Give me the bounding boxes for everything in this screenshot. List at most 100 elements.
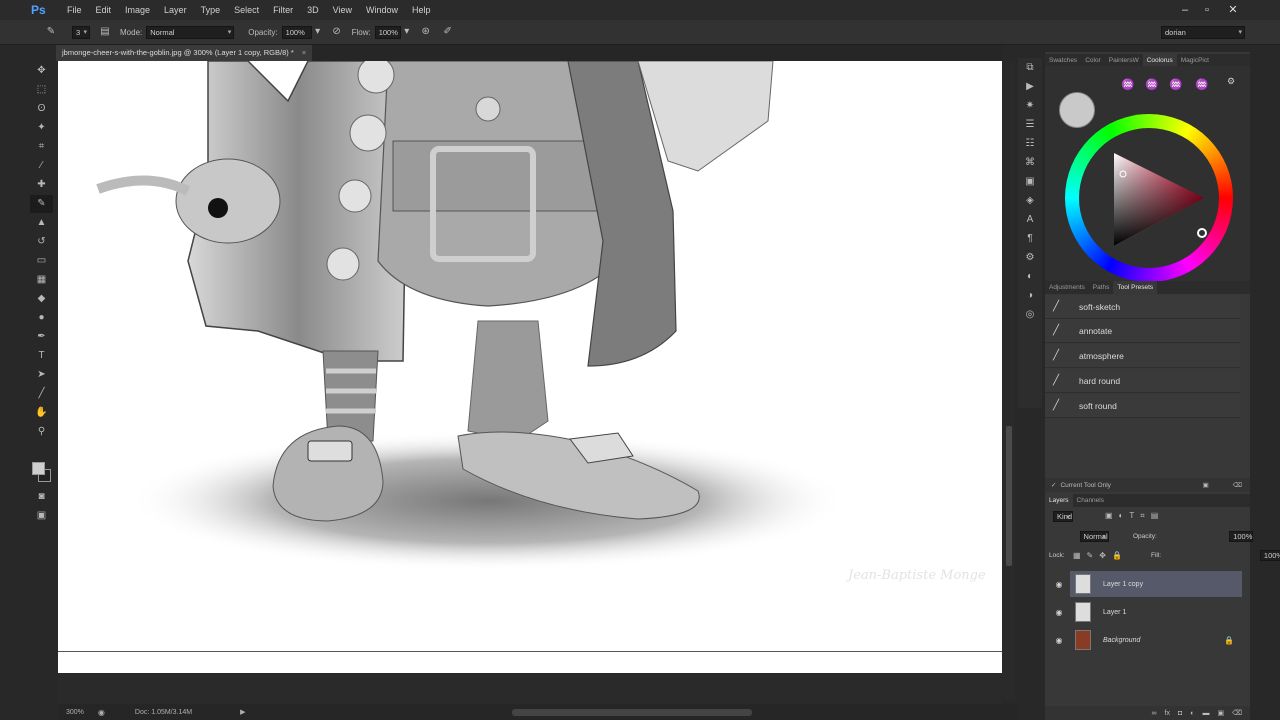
delete-layer-icon[interactable]: ⌫: [1232, 709, 1242, 717]
blur-tool-icon[interactable]: ◆: [30, 290, 53, 308]
layer-opacity-input[interactable]: 100%: [1229, 531, 1254, 542]
saturation-triangle[interactable]: [1089, 138, 1209, 258]
tab-adjustments[interactable]: Adjustments: [1045, 281, 1089, 294]
menu-3d[interactable]: 3D: [307, 5, 319, 15]
type-tool-icon[interactable]: T: [30, 347, 53, 365]
navigator-icon[interactable]: ◈: [1018, 191, 1042, 210]
adjustment-layer-icon[interactable]: ◐: [1190, 710, 1194, 717]
eye-icon[interactable]: ◉: [1051, 636, 1067, 645]
styles-icon[interactable]: ◐: [1018, 267, 1042, 286]
character-panel-icon[interactable]: A: [1018, 210, 1042, 229]
menu-filter[interactable]: Filter: [273, 5, 293, 15]
close-tab-icon[interactable]: ×: [302, 45, 306, 61]
delete-preset-icon[interactable]: ⌫: [1233, 481, 1242, 489]
eye-icon[interactable]: ◉: [1051, 580, 1067, 589]
zoom-level[interactable]: 300%: [66, 709, 84, 716]
brush-panel-icon[interactable]: ▤: [98, 25, 112, 39]
restore-button[interactable]: ▫: [1200, 3, 1214, 17]
canvas[interactable]: Jean-Baptiste Monge: [58, 61, 1002, 673]
current-color-swatch[interactable]: [1059, 92, 1095, 128]
tab-tool-presets[interactable]: Tool Presets: [1113, 281, 1158, 294]
quick-select-tool-icon[interactable]: ✦: [30, 119, 53, 137]
clone-stamp-tool-icon[interactable]: ▲: [30, 214, 53, 232]
new-layer-icon[interactable]: ▣: [1217, 709, 1224, 717]
harmony-icon-2[interactable]: ♒: [1145, 78, 1159, 91]
filter-kind-select[interactable]: Kind ▾: [1053, 511, 1074, 522]
menu-edit[interactable]: Edit: [96, 5, 112, 15]
fill-input[interactable]: 100%: [1259, 550, 1280, 561]
workspace-select[interactable]: dorian ▾: [1161, 26, 1245, 39]
flow-dropdown-icon[interactable]: ▾: [403, 25, 411, 39]
close-window-button[interactable]: ✕: [1226, 3, 1240, 17]
layer-row-layer-1-copy[interactable]: ◉ Layer 1 copy: [1045, 571, 1250, 597]
new-group-icon[interactable]: ▬: [1202, 710, 1209, 717]
healing-brush-tool-icon[interactable]: ✚: [30, 176, 53, 194]
tab-layers[interactable]: Layers: [1045, 494, 1073, 507]
tool-preset-soft-sketch[interactable]: ╱ soft-sketch: [1045, 295, 1240, 319]
status-menu-icon[interactable]: ▶: [240, 708, 245, 716]
hand-tool-icon[interactable]: ✋: [30, 404, 53, 422]
dodge-tool-icon[interactable]: ●: [30, 309, 53, 327]
layer-body[interactable]: Background 🔒: [1070, 627, 1242, 653]
menu-select[interactable]: Select: [234, 5, 259, 15]
vertical-scrollbar[interactable]: [1003, 61, 1015, 701]
menu-layer[interactable]: Layer: [164, 5, 187, 15]
screen-mode-icon[interactable]: ▣: [30, 507, 53, 525]
document-tab[interactable]: jbmonge-cheer-s-with-the-goblin.jpg @ 30…: [56, 45, 313, 61]
tool-preset-annotate[interactable]: ╱ annotate: [1045, 319, 1240, 343]
brush-tool-icon[interactable]: ✎: [30, 195, 53, 213]
swatches-icon[interactable]: ◑: [1018, 286, 1042, 305]
menu-help[interactable]: Help: [412, 5, 431, 15]
minimize-button[interactable]: –: [1178, 3, 1192, 17]
opacity-input[interactable]: 100%: [281, 25, 312, 39]
panel-options-icon[interactable]: ⚙: [1227, 76, 1235, 87]
tab-paths[interactable]: Paths: [1089, 281, 1114, 294]
opacity-dropdown-icon[interactable]: ▾: [314, 25, 322, 39]
layer-body[interactable]: Layer 1: [1070, 599, 1242, 625]
marquee-tool-icon[interactable]: ⬚: [30, 81, 53, 99]
lock-icons[interactable]: ▦✎✥🔒: [1073, 551, 1128, 560]
color-chips[interactable]: [32, 462, 52, 484]
hue-ring[interactable]: [1065, 114, 1233, 282]
vertical-scroll-thumb[interactable]: [1006, 426, 1012, 566]
pressure-opacity-icon[interactable]: ⊘: [330, 25, 344, 39]
pressure-size-icon[interactable]: ✐: [441, 25, 455, 39]
plugin-panel-icon[interactable]: ✷: [1018, 96, 1042, 115]
layer-row-layer-1[interactable]: ◉ Layer 1: [1045, 599, 1250, 625]
menu-type[interactable]: Type: [201, 5, 221, 15]
pen-tool-icon[interactable]: ✒: [30, 328, 53, 346]
move-tool-icon[interactable]: ✥: [30, 62, 53, 80]
info-panel-icon[interactable]: ▣: [1018, 172, 1042, 191]
eraser-tool-icon[interactable]: ▭: [30, 252, 53, 270]
harmony-icon-3[interactable]: ♒: [1169, 78, 1183, 91]
horizontal-scroll-thumb[interactable]: [512, 709, 752, 716]
link-layers-icon[interactable]: ∞: [1152, 710, 1157, 717]
menu-window[interactable]: Window: [366, 5, 398, 15]
airbrush-icon[interactable]: ⊛: [419, 25, 433, 39]
path-select-tool-icon[interactable]: ➤: [30, 366, 53, 384]
eyedropper-tool-icon[interactable]: ⁄: [30, 157, 53, 175]
tool-preset-hard-round[interactable]: ╱ hard round: [1045, 369, 1240, 393]
hue-picker-handle[interactable]: [1197, 228, 1207, 238]
lasso-tool-icon[interactable]: ʘ: [30, 100, 53, 118]
crop-tool-icon[interactable]: ⌗: [30, 138, 53, 156]
fx-icon[interactable]: fx: [1165, 710, 1170, 717]
tool-preset-soft-round[interactable]: ╱ soft round: [1045, 394, 1240, 418]
tool-preset-atmosphere[interactable]: ╱ atmosphere: [1045, 344, 1240, 368]
actions-panel-icon[interactable]: ▶: [1018, 77, 1042, 96]
shape-tool-icon[interactable]: ╱: [30, 385, 53, 403]
gradient-tool-icon[interactable]: ▦: [30, 271, 53, 289]
layer-filter-icons[interactable]: ▣◐T⌗▤: [1105, 511, 1164, 521]
flow-input[interactable]: 100%: [374, 25, 401, 39]
foreground-color-chip[interactable]: [32, 462, 45, 475]
clone-source-icon[interactable]: ⌘: [1018, 153, 1042, 172]
add-mask-icon[interactable]: ◘: [1178, 710, 1182, 717]
history-panel-icon[interactable]: ⧉: [1018, 58, 1042, 77]
current-tool-only-checkbox[interactable]: ✓: [1051, 481, 1056, 489]
layer-body[interactable]: Layer 1 copy: [1070, 571, 1242, 597]
menu-image[interactable]: Image: [125, 5, 150, 15]
eye-icon[interactable]: ◉: [1051, 608, 1067, 617]
status-info-icon[interactable]: ◉: [98, 708, 105, 717]
blend-mode-select[interactable]: Normal ▾: [1079, 531, 1109, 542]
brush-size-picker[interactable]: 3 ▾: [72, 25, 90, 39]
